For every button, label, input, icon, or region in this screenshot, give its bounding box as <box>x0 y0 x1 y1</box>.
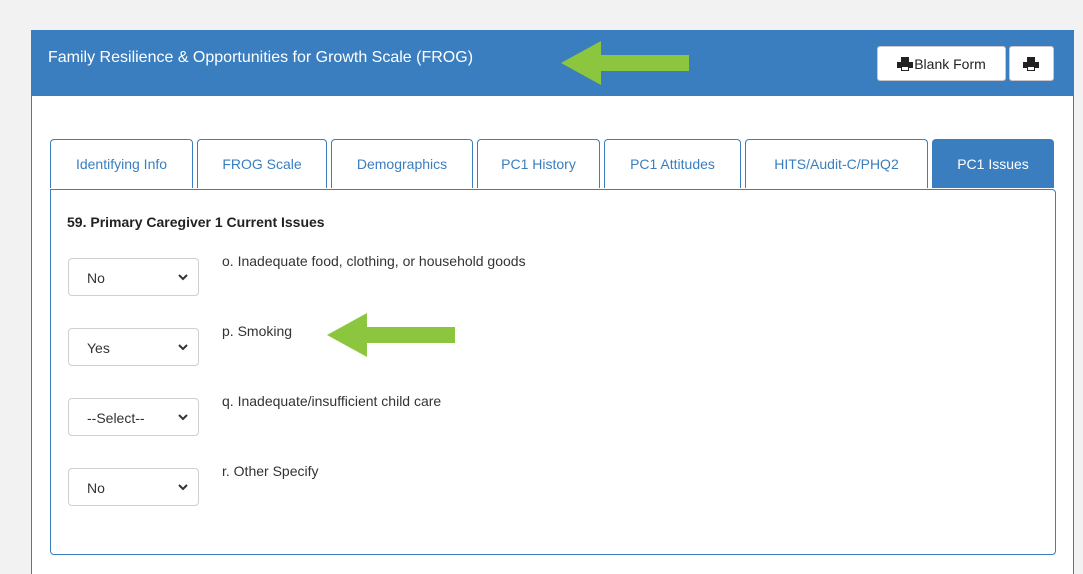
form-panel: Family Resilience & Opportunities for Gr… <box>31 30 1074 574</box>
issue-q-label: q. Inadequate/insufficient child care <box>222 393 442 409</box>
select-value: No <box>87 270 105 286</box>
issue-p-select[interactable]: Yes <box>68 328 199 366</box>
page: Family Resilience & Opportunities for Gr… <box>0 0 1083 574</box>
issue-q-select[interactable]: --Select-- <box>68 398 199 436</box>
chevron-down-icon <box>178 414 188 421</box>
chevron-down-icon <box>178 274 188 281</box>
issue-r-label: r. Other Specify <box>222 463 319 479</box>
tab-hits-audit-phq2[interactable]: HITS/Audit-C/PHQ2 <box>745 139 928 188</box>
tab-identifying-info[interactable]: Identifying Info <box>50 139 193 188</box>
print-button[interactable] <box>1009 46 1054 81</box>
select-value: Yes <box>87 340 110 356</box>
select-value: --Select-- <box>87 410 145 426</box>
select-value: No <box>87 480 105 496</box>
issue-o-select[interactable]: No <box>68 258 199 296</box>
chevron-down-icon <box>178 344 188 351</box>
printer-icon <box>1023 56 1039 71</box>
tab-pc1-attitudes[interactable]: PC1 Attitudes <box>604 139 741 188</box>
tab-content: 59. Primary Caregiver 1 Current Issues N… <box>50 189 1056 555</box>
printer-icon <box>897 56 914 71</box>
blank-form-label: Blank Form <box>914 55 986 72</box>
tab-pc1-history[interactable]: PC1 History <box>477 139 600 188</box>
tab-frog-scale[interactable]: FROG Scale <box>197 139 327 188</box>
panel-title: Family Resilience & Opportunities for Gr… <box>48 49 474 66</box>
tab-pc1-issues[interactable]: PC1 Issues <box>932 139 1054 188</box>
annotation-arrow-icon <box>327 313 455 357</box>
issue-o-label: o. Inadequate food, clothing, or househo… <box>222 253 526 269</box>
issue-r-select[interactable]: No <box>68 468 199 506</box>
issue-p-label: p. Smoking <box>222 323 293 339</box>
blank-form-button[interactable]: Blank Form <box>877 46 1006 81</box>
panel-header: Family Resilience & Opportunities for Gr… <box>32 31 1073 96</box>
tab-demographics[interactable]: Demographics <box>331 139 473 188</box>
section-title: 59. Primary Caregiver 1 Current Issues <box>67 214 325 230</box>
chevron-down-icon <box>178 484 188 491</box>
annotation-arrow-icon <box>561 41 689 85</box>
tab-bar: Identifying Info FROG Scale Demographics… <box>50 139 1058 190</box>
